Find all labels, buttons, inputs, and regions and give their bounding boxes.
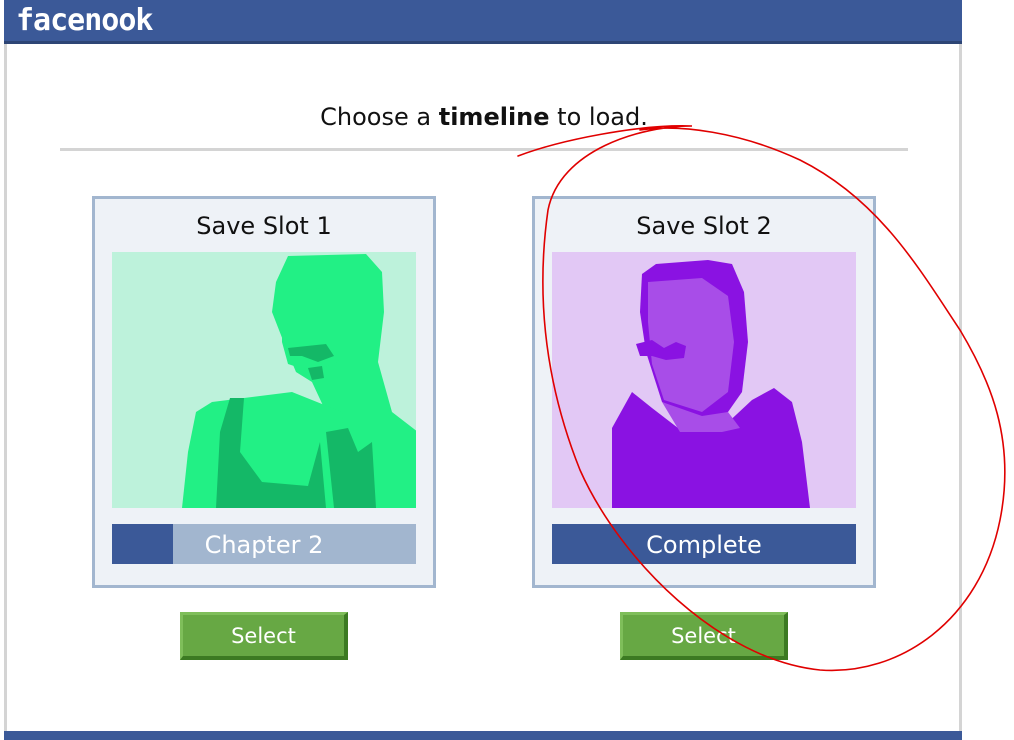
save-slot-2[interactable]: Save Slot 2 Complete xyxy=(532,196,876,588)
heading-prefix: Choose a xyxy=(320,103,439,131)
progress-label: Chapter 2 xyxy=(204,531,324,559)
heading-divider xyxy=(60,148,908,151)
chapter-progress-bar: Complete xyxy=(552,524,856,564)
save-slot-1[interactable]: Save Slot 1 Chapter 2 xyxy=(92,196,436,588)
slot-title: Save Slot 2 xyxy=(636,212,772,240)
slot-title: Save Slot 1 xyxy=(196,212,332,240)
top-bar: facenook xyxy=(4,0,962,44)
slot-portrait-image xyxy=(112,252,416,508)
slot-portrait-image xyxy=(552,252,856,508)
heading-emphasis: timeline xyxy=(438,103,550,131)
progress-label: Complete xyxy=(646,531,762,559)
app-logo[interactable]: facenook xyxy=(16,2,153,40)
heading-suffix: to load. xyxy=(549,103,648,131)
select-slot-2-button[interactable]: Select xyxy=(620,612,788,660)
bottom-bar xyxy=(4,731,962,740)
chapter-progress-bar: Chapter 2 xyxy=(112,524,416,564)
page-heading: Choose a timeline to load. xyxy=(60,100,908,134)
select-slot-1-button[interactable]: Select xyxy=(180,612,348,660)
